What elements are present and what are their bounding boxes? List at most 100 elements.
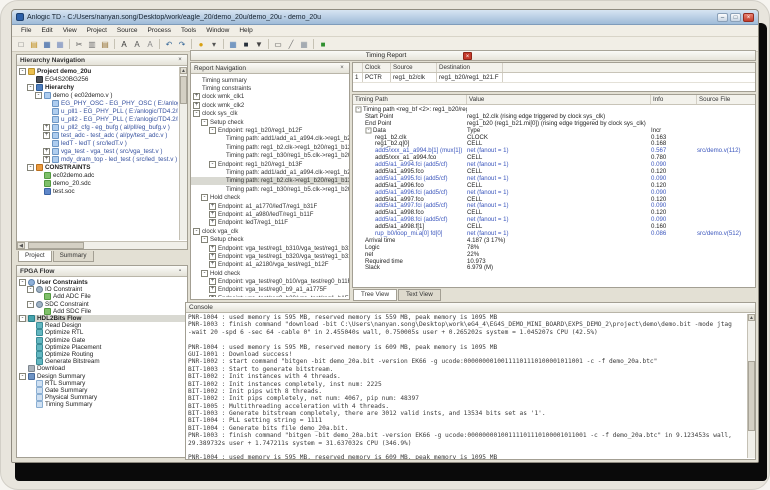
timing-path-row[interactable]: Logic78%	[353, 244, 755, 251]
tree-item[interactable]: EG_PHY_OSC - EG_PHY_OSC ( E:/anlogic/TD4…	[17, 99, 178, 107]
tree-expander-icon[interactable]: -	[19, 68, 26, 75]
menu-item-window[interactable]: Window	[201, 27, 234, 34]
tree-item[interactable]: +Endpoint: ledT/reg1_b11F	[191, 219, 349, 227]
row-expander-icon[interactable]: -	[366, 127, 372, 133]
tree-item[interactable]: Timing path: reg1_b30/reg1_b5.clk->reg1_…	[191, 152, 349, 160]
tree-expander-icon[interactable]: +	[209, 245, 216, 252]
tree-item[interactable]: Read Design	[17, 322, 187, 329]
timing-path-row[interactable]: add5/a1_a995.fci (add5/cf)net (fanout = …	[353, 175, 755, 182]
timing-path-row[interactable]: reg1_b2.q[0]CELL0.168	[353, 140, 755, 147]
tree-item[interactable]: -Endpoint: reg1_b20/reg1_b12F	[191, 126, 349, 134]
menu-item-file[interactable]: File	[16, 27, 36, 34]
tree-item[interactable]: +Endpoint: vga_test/reg1_b320/vga_test/r…	[191, 252, 349, 260]
tree-item[interactable]: +Endpoint: a1_a2180/vga_test/reg1_b12F	[191, 261, 349, 269]
timing-path-row[interactable]: add5/a1_a998.fci (add5/cf)net (fanout = …	[353, 216, 755, 223]
save-all-icon[interactable]: ▦	[54, 38, 66, 50]
scrollbar-thumb[interactable]	[180, 76, 187, 104]
tree-item[interactable]: +Endpoint: vga_test/reg0_b9_a1_a1775F	[191, 286, 349, 294]
tree-expander-icon[interactable]: +	[193, 93, 200, 100]
menu-item-tools[interactable]: Tools	[176, 27, 201, 34]
tree-item[interactable]: Timing path: reg1_b2.clk->reg1_b20/reg1_…	[191, 143, 349, 151]
console-output[interactable]: PNR-1004 : used memory is 595 MB, reserv…	[188, 314, 745, 459]
tree-item[interactable]: Timing path: add1/add_a1_a994.clk->reg1_…	[191, 135, 349, 143]
tree-item[interactable]: +Endpoint: vga_test/reg0_b30/vga_test/re…	[191, 294, 349, 297]
tree-expander-icon[interactable]: +	[43, 148, 50, 155]
tree-expander-icon[interactable]: -	[201, 119, 208, 126]
tab-summary[interactable]: Summary	[53, 251, 94, 262]
scroll-up-icon[interactable]: ▲	[748, 314, 755, 321]
paste-icon[interactable]: ▤	[99, 38, 111, 50]
tree-item[interactable]: -Project demo_20u	[17, 67, 178, 75]
scroll-up-icon[interactable]: ▲	[180, 67, 187, 74]
tree-expander-icon[interactable]: -	[209, 127, 216, 134]
font-increase-icon[interactable]: A	[118, 38, 130, 50]
tree-expander-icon[interactable]: -	[27, 301, 34, 308]
tree-item[interactable]: -Design Summary	[17, 372, 187, 379]
timing-path-row[interactable]: Arrival time4.187 (3 17%)	[353, 237, 755, 244]
tree-item[interactable]: -Hold check	[191, 193, 349, 201]
tree-expander-icon[interactable]: -	[27, 286, 34, 293]
timing-path-row[interactable]: Start Pointreg1_b2.clk (rising edge trig…	[353, 113, 755, 120]
tree-item[interactable]: -IO Constraint	[17, 286, 187, 293]
tree-item[interactable]: demo_20.sdc	[17, 179, 178, 187]
tree-item[interactable]: +Endpoint: a1_a980/ledT/reg1_b11F	[191, 210, 349, 218]
tree-item[interactable]: +clock wmk_clk1	[191, 93, 349, 101]
tree-expander-icon[interactable]: -	[201, 270, 208, 277]
tree-expander-icon[interactable]: +	[43, 124, 50, 131]
tree-item[interactable]: Physical Summary	[17, 394, 187, 401]
hierarchy-horizontal-scrollbar[interactable]: ◀	[17, 241, 187, 249]
run-icon[interactable]: ●	[195, 38, 207, 50]
tree-item[interactable]: Download	[17, 365, 187, 372]
tree-item[interactable]: Optimize RTL	[17, 329, 187, 336]
tree-expander-icon[interactable]: -	[35, 92, 42, 99]
tree-item[interactable]: -demo ( ec02demo.v )	[17, 91, 178, 99]
tree-item[interactable]: +test_adc - test_adc ( al/py/test_adc.v …	[17, 131, 178, 139]
tree-expander-icon[interactable]: +	[209, 219, 216, 226]
tree-item[interactable]: +u_pll2_cfg - eg_bufg ( al/pll/eg_bufg.v…	[17, 123, 178, 131]
grid-view-icon[interactable]: ▦	[298, 38, 310, 50]
wave-view-icon[interactable]: ▭	[272, 38, 284, 50]
tree-item[interactable]: -Hierarchy	[17, 83, 178, 91]
tree-expander-icon[interactable]: +	[43, 156, 50, 163]
tree-item[interactable]: Optimize Routing	[17, 351, 187, 358]
tree-expander-icon[interactable]: +	[209, 203, 216, 210]
tree-item[interactable]: -clock sys_clk	[191, 110, 349, 118]
tree-expander-icon[interactable]: -	[19, 315, 26, 322]
tree-item[interactable]: +Endpoint: a1_a1770/ledT/reg1_b31F	[191, 202, 349, 210]
tree-item[interactable]: Gate Summary	[17, 387, 187, 394]
scroll-left-icon[interactable]: ◀	[17, 242, 25, 249]
hierarchy-vertical-scrollbar[interactable]: ▲	[179, 67, 187, 240]
tree-item[interactable]: Timing path: reg1_b2.clk->reg1_b20/reg1_…	[191, 177, 349, 185]
tree-item[interactable]: +Endpoint: vga_test/reg1_b310/vga_test/r…	[191, 244, 349, 252]
minimize-button[interactable]: –	[717, 13, 728, 22]
timing-path-row[interactable]: add5/a1_a995.fcoCELL0.120	[353, 168, 755, 175]
tree-item[interactable]: Optimize Gate	[17, 337, 187, 344]
menu-item-project[interactable]: Project	[82, 27, 112, 34]
tree-item[interactable]: -User Constraints	[17, 279, 187, 286]
tree-expander-icon[interactable]: -	[201, 236, 208, 243]
font-decrease-icon[interactable]: A	[131, 38, 143, 50]
download-icon[interactable]: ▼	[253, 38, 265, 50]
tree-item[interactable]: -SDC Constraint	[17, 301, 187, 308]
tree-item[interactable]: -Setup check	[191, 118, 349, 126]
tree-expander-icon[interactable]: +	[209, 261, 216, 268]
menu-item-view[interactable]: View	[58, 27, 82, 34]
tree-item[interactable]: -clock vga_clk	[191, 227, 349, 235]
timing-path-row[interactable]: add5/a1_a998.f[1]CELL0.160	[353, 223, 755, 230]
redo-icon[interactable]: ↷	[176, 38, 188, 50]
timing-path-row[interactable]: Slack6.979 (M)	[353, 264, 755, 271]
tree-expander-icon[interactable]: +	[209, 211, 216, 218]
tree-expander-icon[interactable]: -	[19, 373, 26, 380]
cut-icon[interactable]: ✂	[73, 38, 85, 50]
tree-item[interactable]: -Hold check	[191, 269, 349, 277]
timing-path-row[interactable]: add5/a1_a996.fci (add5/cf)net (fanout = …	[353, 189, 755, 196]
timing-path-row[interactable]: -Timing path <reg_bf <2>: reg1_b20/reg1_…	[353, 106, 755, 113]
tree-expander-icon[interactable]: -	[193, 110, 200, 117]
tree-item[interactable]: test.soc	[17, 187, 178, 195]
close-icon[interactable]: ×	[338, 65, 346, 71]
tree-expander-icon[interactable]: -	[209, 161, 216, 168]
close-button[interactable]: ×	[743, 13, 754, 22]
tree-expander-icon[interactable]: +	[209, 295, 216, 297]
run-options-icon[interactable]: ▾	[208, 38, 220, 50]
font-default-icon[interactable]: A	[144, 38, 156, 50]
